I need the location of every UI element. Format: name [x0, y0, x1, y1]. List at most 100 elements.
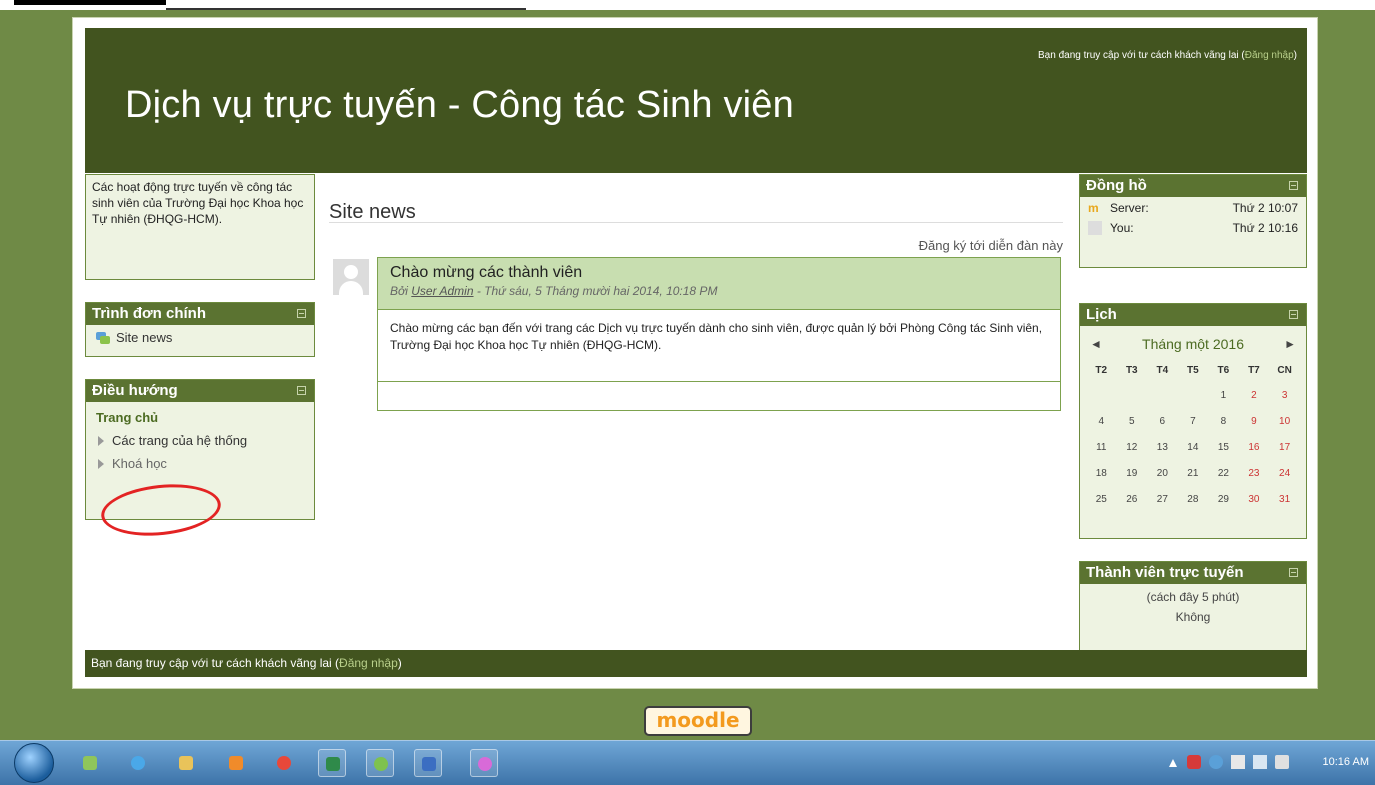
footer-login-link[interactable]: Đăng nhập: [339, 656, 398, 670]
paint-icon[interactable]: [470, 749, 498, 777]
main-menu-header: Trình đơn chính: [86, 303, 314, 325]
calendar-day[interactable]: 6: [1147, 408, 1178, 434]
calendar-grid: T2 T3 T4 T5 T6 T7 CN 1 2 3 4 5 6 7 8 9 1…: [1086, 358, 1300, 512]
calendar-day[interactable]: 13: [1147, 434, 1178, 460]
calendar-day[interactable]: 1: [1208, 382, 1239, 408]
post-author-link[interactable]: User Admin: [411, 284, 473, 298]
show-hidden-icons-arrow-icon[interactable]: [1169, 759, 1177, 767]
taskbar-clock[interactable]: 10:16 AM: [1323, 756, 1369, 768]
calendar-week: 18 19 20 21 22 23 24: [1086, 460, 1300, 486]
chrome-icon[interactable]: [270, 749, 298, 777]
nav-item-site-pages[interactable]: Các trang của hệ thống: [86, 429, 314, 452]
nav-item-courses[interactable]: Khoá học: [86, 452, 314, 475]
prev-month-arrow-icon[interactable]: ◄: [1090, 337, 1102, 351]
post-by: Bởi: [390, 284, 412, 298]
app-icon[interactable]: [366, 749, 394, 777]
calendar-day[interactable]: 22: [1208, 460, 1239, 486]
calendar-day[interactable]: 4: [1086, 408, 1117, 434]
post-subject: Chào mừng các thành viên: [390, 264, 583, 281]
site-title[interactable]: Dịch vụ trực tuyến - Công tác Sinh viên: [125, 84, 794, 127]
calendar-day[interactable]: 26: [1117, 486, 1148, 512]
minimize-icon[interactable]: [297, 386, 306, 395]
word-icon[interactable]: [414, 749, 442, 777]
file-explorer-icon[interactable]: [172, 749, 200, 777]
next-month-arrow-icon[interactable]: ►: [1284, 337, 1296, 351]
nav-item-label: Các trang của hệ thống: [112, 433, 248, 448]
calendar-day[interactable]: 7: [1178, 408, 1209, 434]
menu-item-site-news[interactable]: Site news: [86, 325, 314, 350]
calendar-day[interactable]: 21: [1178, 460, 1209, 486]
internet-explorer-icon[interactable]: [124, 749, 152, 777]
minimize-icon[interactable]: [1289, 310, 1298, 319]
minimize-icon[interactable]: [1289, 568, 1298, 577]
clock-row-you: You: Thứ 2 10:16: [1080, 217, 1306, 237]
minimize-icon[interactable]: [297, 309, 306, 318]
calendar-day[interactable]: 20: [1147, 460, 1178, 486]
moodle-logo[interactable]: moodle: [644, 706, 752, 736]
calendar-day[interactable]: 30: [1239, 486, 1270, 512]
calendar-day[interactable]: 10: [1269, 408, 1300, 434]
calendar-day[interactable]: 11: [1086, 434, 1117, 460]
calendar-day[interactable]: 31: [1269, 486, 1300, 512]
calendar-day[interactable]: 17: [1269, 434, 1300, 460]
page-container: Bạn đang truy cập với tư cách khách vãng…: [72, 17, 1318, 689]
weekday: T4: [1156, 364, 1169, 376]
action-center-flag-icon[interactable]: [1231, 755, 1245, 769]
calendar-day[interactable]: 25: [1086, 486, 1117, 512]
calendar-day[interactable]: 2: [1239, 382, 1270, 408]
weekday: T3: [1125, 364, 1138, 376]
site-header: Bạn đang truy cập với tư cách khách vãng…: [85, 28, 1307, 173]
clock-block: Đồng hồ m Server: Thứ 2 10:07 You: Thứ 2…: [1079, 174, 1307, 268]
network-icon[interactable]: [1253, 755, 1267, 769]
calendar-day[interactable]: 23: [1239, 460, 1270, 486]
calendar-day[interactable]: 28: [1178, 486, 1209, 512]
gadget-icon[interactable]: [76, 749, 104, 777]
calendar-day: [1178, 382, 1209, 408]
navigation-header: Điều hướng: [86, 380, 314, 402]
top-dark-line: [166, 8, 526, 10]
calendar-day: [1147, 382, 1178, 408]
calendar-day[interactable]: 24: [1269, 460, 1300, 486]
calendar-day[interactable]: 3: [1269, 382, 1300, 408]
calendar-month[interactable]: Tháng một 2016: [1142, 336, 1244, 352]
calendar-day[interactable]: 8: [1208, 408, 1239, 434]
calendar-day[interactable]: 14: [1178, 434, 1209, 460]
calendar-day[interactable]: 27: [1147, 486, 1178, 512]
calendar-day[interactable]: 15: [1208, 434, 1239, 460]
weekday: T7: [1248, 364, 1260, 376]
calendar-day[interactable]: 19: [1117, 460, 1148, 486]
online-users-none: Không: [1175, 610, 1211, 624]
forum-post: Chào mừng các thành viên Bởi User Admin …: [377, 257, 1061, 411]
heading-divider: [329, 222, 1063, 223]
online-users-header: Thành viên trực tuyến: [1080, 562, 1306, 584]
calendar-day[interactable]: 9: [1239, 408, 1270, 434]
calendar-block: Lịch ◄ Tháng một 2016 ► T2 T3 T4 T5 T6 T…: [1079, 303, 1307, 539]
network-helper-icon[interactable]: [1209, 755, 1223, 769]
moodle-icon: m: [1088, 201, 1099, 215]
media-player-icon[interactable]: [222, 749, 250, 777]
calendar-day[interactable]: 18: [1086, 460, 1117, 486]
intro-block: Các hoạt động trực tuyến về công tác sin…: [85, 174, 315, 280]
footer-login-suffix: ): [397, 656, 402, 670]
calendar-day[interactable]: 5: [1117, 408, 1148, 434]
minimize-icon[interactable]: [1289, 181, 1298, 190]
calendar-day: [1086, 382, 1117, 408]
volume-icon[interactable]: [1275, 755, 1289, 769]
excel-icon[interactable]: [318, 749, 346, 777]
site-footer: Bạn đang truy cập với tư cách khách vãng…: [85, 650, 1307, 677]
top-black-bar: [14, 0, 166, 5]
calendar-day[interactable]: 12: [1117, 434, 1148, 460]
calendar-day[interactable]: 16: [1239, 434, 1270, 460]
subscribe-forum-link[interactable]: Đăng ký tới diễn đàn này: [919, 238, 1063, 253]
nav-home-link[interactable]: Trang chủ: [86, 402, 314, 429]
author-avatar[interactable]: [333, 259, 369, 295]
main-menu-block: Trình đơn chính Site news: [85, 302, 315, 357]
calendar-day: [1117, 382, 1148, 408]
calendar-week: 11 12 13 14 15 16 17: [1086, 434, 1300, 460]
intro-text: Các hoạt động trực tuyến về công tác sin…: [92, 180, 304, 226]
antivirus-icon[interactable]: [1187, 755, 1201, 769]
header-login-link[interactable]: Đăng nhập: [1245, 50, 1294, 61]
clock-row-server: m Server: Thứ 2 10:07: [1080, 197, 1306, 217]
calendar-day[interactable]: 29: [1208, 486, 1239, 512]
start-orb-icon[interactable]: [14, 743, 54, 783]
